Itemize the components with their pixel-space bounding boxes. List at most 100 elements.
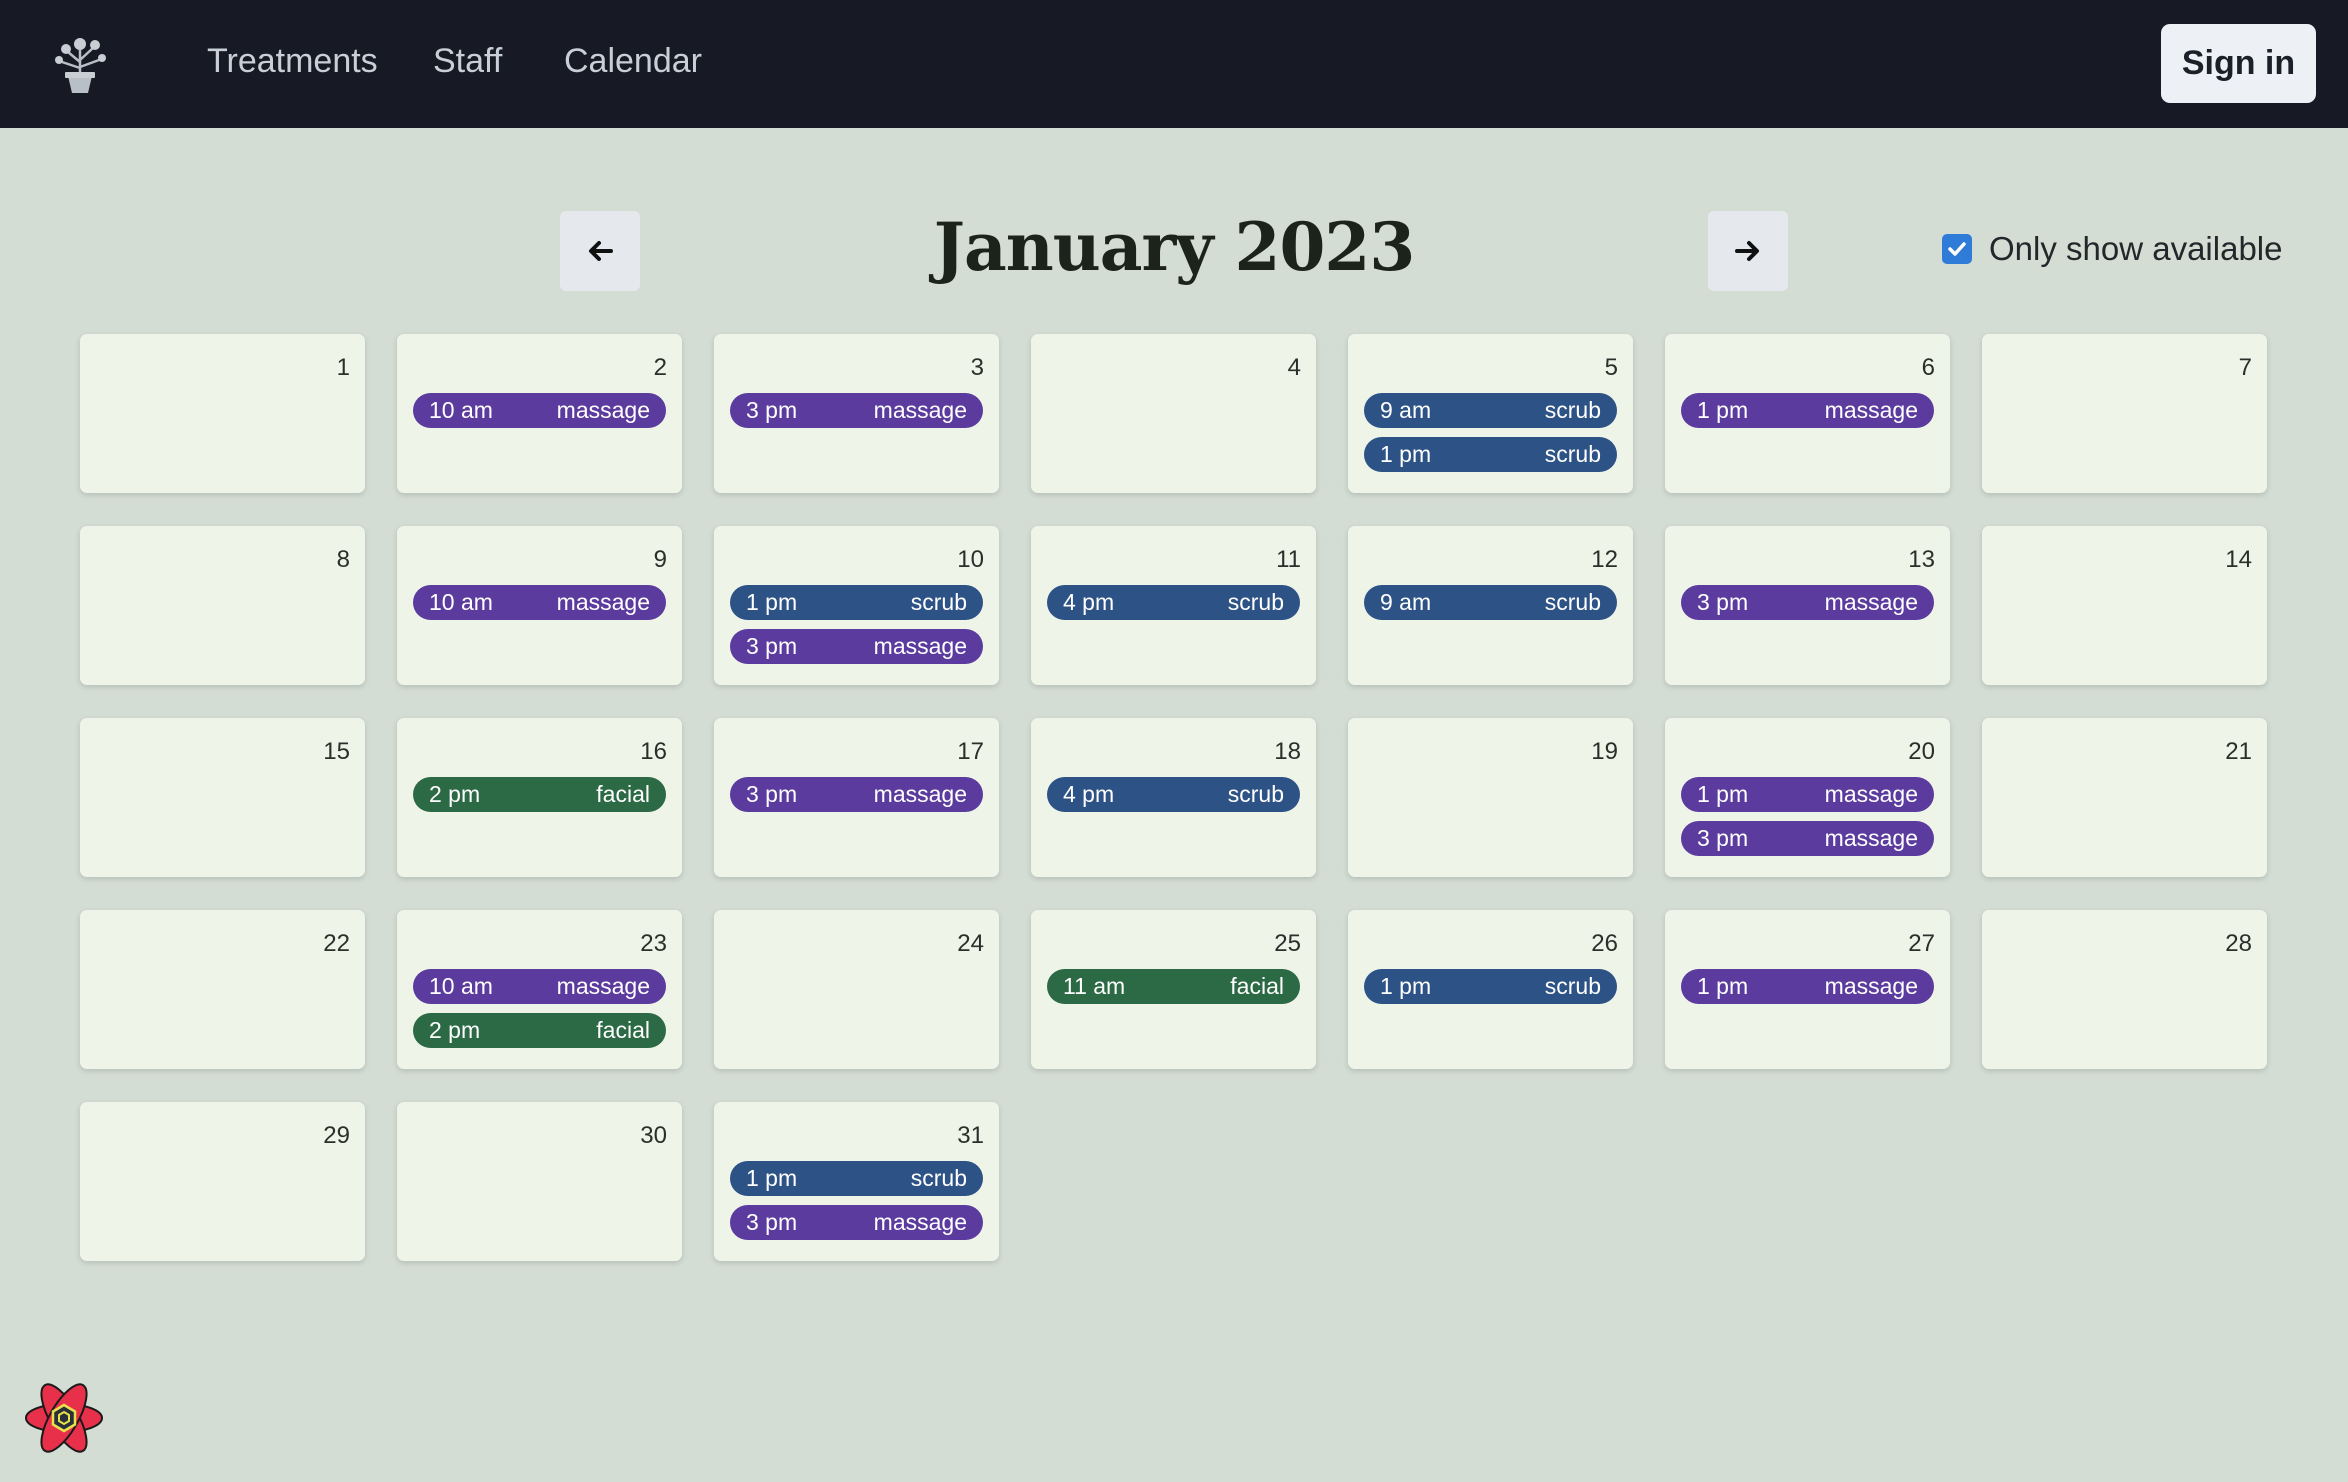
appointment-slot[interactable]: 1 pm scrub — [730, 1161, 983, 1196]
appointment-slot[interactable]: 1 pm massage — [1681, 777, 1934, 812]
day-cell: 7 — [1982, 334, 2267, 493]
appointment-type: scrub — [1544, 397, 1601, 423]
appointment-slot[interactable]: 3 pm massage — [730, 1205, 983, 1240]
nav-treatments-link[interactable]: Treatments — [207, 42, 378, 81]
appointment-slot[interactable]: 1 pm massage — [1681, 393, 1934, 428]
appointment-type: massage — [556, 397, 650, 423]
day-number: 9 — [653, 546, 667, 573]
appointment-slot[interactable]: 4 pm scrub — [1047, 777, 1300, 812]
appointment-type: massage — [1824, 973, 1918, 999]
appointment-time: 4 pm — [1063, 589, 1115, 615]
appointment-time: 1 pm — [1380, 973, 1432, 999]
day-cell: 10 1 pm scrub 3 pm massage — [714, 526, 999, 685]
appointment-type: facial — [596, 1017, 650, 1043]
appointment-type: massage — [873, 1209, 967, 1235]
appointment-slot[interactable]: 2 pm facial — [413, 777, 666, 812]
appointment-slot[interactable]: 3 pm massage — [1681, 585, 1934, 620]
day-cell: 18 4 pm scrub — [1031, 718, 1316, 877]
check-icon — [1948, 242, 1966, 256]
appointment-slot[interactable]: 10 am massage — [413, 969, 666, 1004]
appointment-type: massage — [1824, 825, 1918, 851]
appointment-type: facial — [596, 781, 650, 807]
appointment-slot[interactable]: 3 pm massage — [730, 777, 983, 812]
appointment-slot[interactable]: 9 am scrub — [1364, 585, 1617, 620]
appointment-time: 10 am — [429, 589, 493, 615]
previous-month-button[interactable] — [560, 211, 640, 291]
appointment-slot[interactable]: 10 am massage — [413, 585, 666, 620]
appointment-time: 1 pm — [746, 589, 798, 615]
appointment-time: 3 pm — [746, 397, 798, 423]
appointment-time: 4 pm — [1063, 781, 1115, 807]
appointment-time: 1 pm — [746, 1165, 798, 1191]
appointment-slot[interactable]: 1 pm massage — [1681, 969, 1934, 1004]
appointment-slot[interactable]: 3 pm massage — [1681, 821, 1934, 856]
appointment-type: scrub — [1544, 973, 1601, 999]
day-number: 12 — [1591, 546, 1618, 573]
day-cell: 25 11 am facial — [1031, 910, 1316, 1069]
appointment-type: massage — [1824, 781, 1918, 807]
day-number: 7 — [2238, 354, 2252, 381]
day-cell: 2 10 am massage — [397, 334, 682, 493]
appointment-time: 1 pm — [1380, 441, 1432, 467]
day-number: 2 — [653, 354, 667, 381]
day-number: 25 — [1274, 930, 1301, 957]
day-number: 5 — [1604, 354, 1618, 381]
only-available-checkbox[interactable] — [1942, 234, 1972, 264]
appointment-type: scrub — [910, 589, 967, 615]
day-number: 3 — [970, 354, 984, 381]
appointment-type: massage — [873, 397, 967, 423]
day-number: 29 — [323, 1122, 350, 1149]
day-cell: 29 — [80, 1102, 365, 1261]
react-logo-icon[interactable] — [22, 1380, 106, 1456]
appointment-type: scrub — [1227, 781, 1284, 807]
appointment-time: 3 pm — [1697, 589, 1749, 615]
day-number: 1 — [336, 354, 350, 381]
appointment-slot[interactable]: 2 pm facial — [413, 1013, 666, 1048]
appointment-time: 2 pm — [429, 781, 481, 807]
day-cell: 1 — [80, 334, 365, 493]
day-number: 20 — [1908, 738, 1935, 765]
appointment-slot[interactable]: 1 pm scrub — [730, 585, 983, 620]
nav-staff-link[interactable]: Staff — [433, 42, 502, 81]
appointment-slot[interactable]: 1 pm scrub — [1364, 437, 1617, 472]
appointment-time: 3 pm — [746, 781, 798, 807]
appointment-time: 3 pm — [1697, 825, 1749, 851]
appointment-slot[interactable]: 3 pm massage — [730, 629, 983, 664]
flower-pot-icon[interactable] — [50, 32, 110, 94]
appointment-slot[interactable]: 3 pm massage — [730, 393, 983, 428]
day-number: 19 — [1591, 738, 1618, 765]
nav-calendar-link[interactable]: Calendar — [564, 42, 702, 81]
day-cell: 28 — [1982, 910, 2267, 1069]
day-cell: 31 1 pm scrub 3 pm massage — [714, 1102, 999, 1261]
day-number: 24 — [957, 930, 984, 957]
day-number: 30 — [640, 1122, 667, 1149]
arrow-right-icon — [1735, 241, 1759, 261]
day-cell: 26 1 pm scrub — [1348, 910, 1633, 1069]
day-number: 22 — [323, 930, 350, 957]
appointment-slot[interactable]: 9 am scrub — [1364, 393, 1617, 428]
appointment-slot[interactable]: 1 pm scrub — [1364, 969, 1617, 1004]
day-number: 8 — [336, 546, 350, 573]
day-number: 16 — [640, 738, 667, 765]
day-cell: 11 4 pm scrub — [1031, 526, 1316, 685]
only-available-filter: Only show available — [1942, 230, 2283, 268]
day-cell: 14 — [1982, 526, 2267, 685]
day-cell: 30 — [397, 1102, 682, 1261]
next-month-button[interactable] — [1708, 211, 1788, 291]
sign-in-button[interactable]: Sign in — [2161, 24, 2316, 103]
appointment-slot[interactable]: 4 pm scrub — [1047, 585, 1300, 620]
day-number: 31 — [957, 1122, 984, 1149]
only-available-label[interactable]: Only show available — [1989, 230, 2283, 268]
day-cell: 19 — [1348, 718, 1633, 877]
day-number: 21 — [2225, 738, 2252, 765]
day-cell: 13 3 pm massage — [1665, 526, 1950, 685]
day-number: 10 — [957, 546, 984, 573]
day-cell: 20 1 pm massage 3 pm massage — [1665, 718, 1950, 877]
appointment-time: 10 am — [429, 973, 493, 999]
appointment-slot[interactable]: 10 am massage — [413, 393, 666, 428]
day-number: 23 — [640, 930, 667, 957]
appointment-slot[interactable]: 11 am facial — [1047, 969, 1300, 1004]
day-number: 4 — [1287, 354, 1301, 381]
appointment-time: 11 am — [1063, 973, 1126, 999]
day-number: 6 — [1921, 354, 1935, 381]
